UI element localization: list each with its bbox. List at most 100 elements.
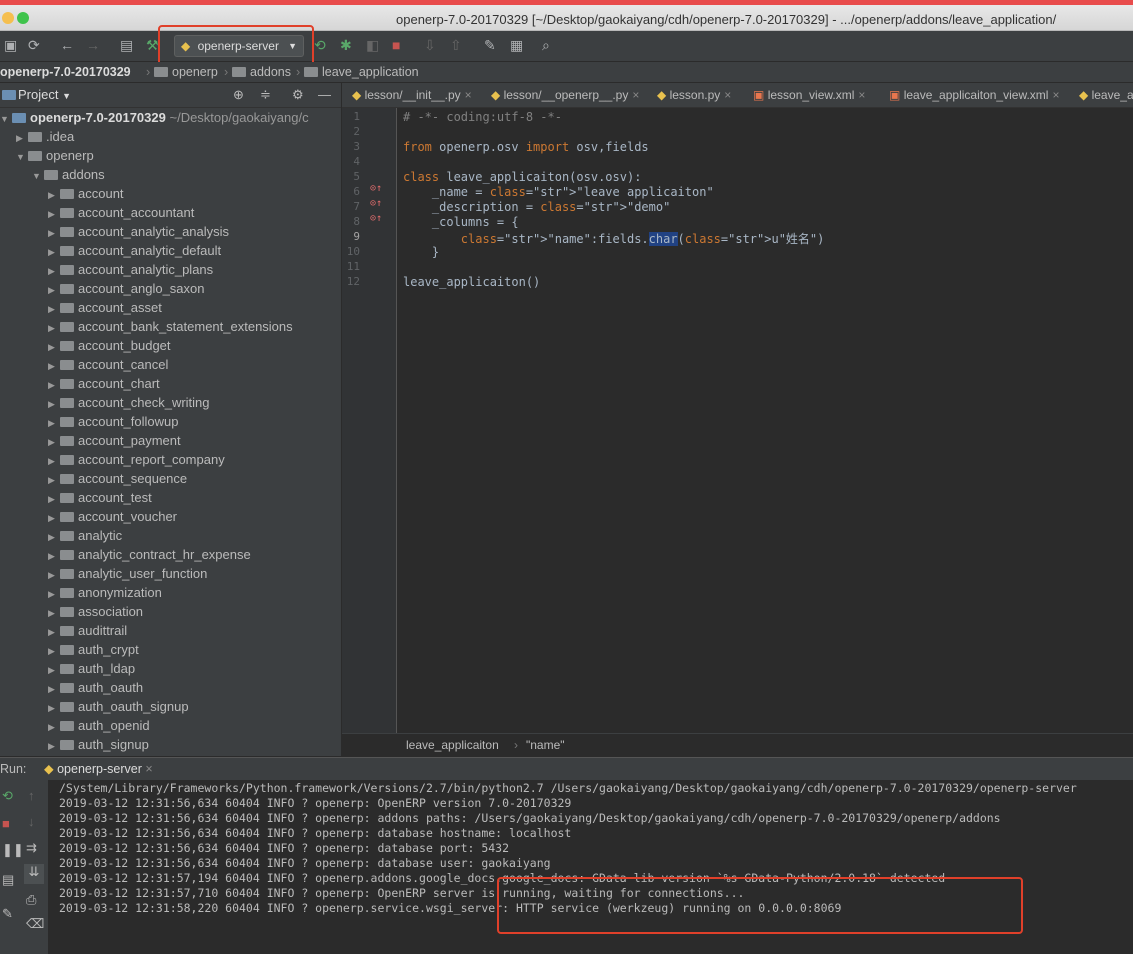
tree-item[interactable]: ▶ account_bank_statement_extensions: [48, 317, 293, 336]
tree-item[interactable]: ▶ account_analytic_plans: [48, 260, 213, 279]
tree-item[interactable]: ▶ auth_oauth: [48, 678, 143, 697]
code-line[interactable]: _name = class="str">"leave applicaiton": [403, 185, 714, 199]
scroll-to-end-icon[interactable]: ⇊: [24, 864, 44, 884]
tree-root[interactable]: ▼ openerp-7.0-20170329 ~/Desktop/gaokaiya…: [0, 108, 309, 127]
tree-item[interactable]: ▶ auth_oauth_signup: [48, 697, 189, 716]
code-line[interactable]: from openerp.osv import osv,fields: [403, 140, 649, 154]
stop-icon[interactable]: ■: [2, 816, 10, 831]
settings-wrench-icon[interactable]: ✎: [484, 37, 496, 54]
pin-icon[interactable]: ✎: [2, 906, 13, 922]
coverage-icon[interactable]: ◧: [366, 37, 379, 54]
tree-item[interactable]: ▶ account_cancel: [48, 355, 168, 374]
tree-item[interactable]: ▶ analytic: [48, 526, 122, 545]
tree-item[interactable]: ▶ account_report_company: [48, 450, 225, 469]
code-line[interactable]: _columns = {: [403, 215, 519, 229]
breadcrumb-leave-application[interactable]: leave_application: [304, 62, 419, 82]
pause-icon[interactable]: ❚❚: [2, 842, 24, 858]
tree-item[interactable]: ▶ analytic_user_function: [48, 564, 207, 583]
tree-item[interactable]: ▶ account_anglo_saxon: [48, 279, 205, 298]
rerun-icon[interactable]: ⟲: [314, 37, 326, 54]
code-line[interactable]: }: [403, 245, 439, 259]
code-editor[interactable]: 1 2 3 4 5 6 7 8 9 10 11 12 ⊙↑ ⊙↑ ⊙↑ # -*- coding:ut…: [342, 108, 1133, 733]
tab-lesson-openerp[interactable]: ◆ lesson/__openerp__.py ×: [491, 83, 639, 107]
run-tab-openerp-server[interactable]: ◆ openerp-server ×: [44, 758, 153, 780]
layout-icon[interactable]: ▤: [2, 872, 14, 888]
tree-item[interactable]: ▶ account_accountant: [48, 203, 194, 222]
tab-leave-applicaiton-view-xml[interactable]: ▣ leave_applicaiton_view.xml ×: [889, 83, 1059, 107]
run-config-dropdown[interactable]: ◆ openerp-server ▼: [174, 35, 304, 57]
project-view-selector[interactable]: Project ▼: [18, 83, 71, 108]
breadcrumb-addons[interactable]: addons: [232, 62, 291, 82]
tree-item[interactable]: ▶ auth_ldap: [48, 659, 135, 678]
tab-lesson-py[interactable]: ◆ lesson.py ×: [657, 83, 731, 107]
tree-item[interactable]: ▼ openerp: [16, 146, 94, 165]
tree-item[interactable]: ▶ account_budget: [48, 336, 171, 355]
override-marker-icon[interactable]: ⊙↑: [370, 198, 382, 209]
editor-breadcrumb-class[interactable]: leave_applicaiton: [406, 734, 499, 756]
chevron-down-icon[interactable]: ▼: [16, 148, 28, 167]
structure-icon[interactable]: ▤: [120, 37, 133, 54]
code-line[interactable]: class="str">"name":fields.char(class="st…: [403, 230, 824, 247]
print-icon[interactable]: ⎙: [26, 892, 36, 908]
code-line[interactable]: # -*- coding:utf-8 -*-: [403, 110, 562, 124]
tree-item[interactable]: ▶ .idea: [16, 127, 74, 146]
tree-item[interactable]: ▶ association: [48, 602, 143, 621]
tree-item[interactable]: ▶ account_analytic_default: [48, 241, 221, 260]
tree-item[interactable]: ▶ account_check_writing: [48, 393, 210, 412]
tree-item[interactable]: ▶ account_asset: [48, 298, 162, 317]
override-marker-icon[interactable]: ⊙↑: [370, 213, 382, 224]
tree-item[interactable]: ▶ analytic_contract_hr_expense: [48, 545, 251, 564]
tree-item[interactable]: ▶ audittrail: [48, 621, 127, 640]
collapse-icon[interactable]: ≑: [260, 83, 271, 107]
hide-panel-icon[interactable]: —: [318, 83, 331, 107]
console-output[interactable]: /System/Library/Frameworks/Python.framew…: [48, 780, 1133, 954]
override-marker-icon[interactable]: ⊙↑: [370, 183, 382, 194]
tab-leave-a[interactable]: ◆ leave_a: [1079, 83, 1133, 107]
code-line[interactable]: leave_applicaiton(): [403, 275, 540, 289]
tree-item[interactable]: ▶ account_analytic_analysis: [48, 222, 229, 241]
up-arrow-icon[interactable]: ↑: [28, 788, 35, 803]
project-structure-icon[interactable]: ▦: [510, 37, 523, 54]
tab-lesson-view-xml[interactable]: ▣ lesson_view.xml ×: [753, 83, 865, 107]
tree-item[interactable]: ▼ addons: [32, 165, 105, 184]
search-icon[interactable]: ⌕: [542, 37, 550, 54]
gear-icon[interactable]: ⚙: [292, 83, 304, 107]
editor-breadcrumb-field[interactable]: "name": [526, 734, 565, 756]
zoom-button[interactable]: [17, 12, 29, 24]
stop-icon[interactable]: ■: [392, 37, 400, 53]
forward-icon[interactable]: →: [86, 37, 100, 53]
debug-icon[interactable]: ✱: [340, 37, 352, 54]
soft-wrap-icon[interactable]: ⇉: [26, 840, 37, 856]
build-icon[interactable]: ⚒: [146, 37, 159, 54]
trash-icon[interactable]: ⌫: [26, 916, 44, 932]
code-line[interactable]: class leave_applicaiton(osv.osv):: [403, 170, 641, 184]
console-line: 2019-03-12 12:31:56,634 60404 INFO ? ope…: [59, 826, 572, 840]
tree-item[interactable]: ▶ anonymization: [48, 583, 162, 602]
tree-item[interactable]: ▶ account: [48, 184, 124, 203]
tree-item[interactable]: ▶ account_chart: [48, 374, 160, 393]
minimize-button[interactable]: [2, 12, 14, 24]
tree-item[interactable]: ▶ account_payment: [48, 431, 181, 450]
down-arrow-icon[interactable]: ↓: [28, 814, 35, 829]
folder-icon: [60, 188, 74, 199]
tree-item[interactable]: ▶ account_sequence: [48, 469, 187, 488]
code-line[interactable]: _description = class="str">"demo": [403, 200, 670, 214]
tree-item[interactable]: ▶ account_followup: [48, 412, 178, 431]
rerun-icon[interactable]: ⟲: [2, 788, 13, 804]
locate-icon[interactable]: ⊕: [233, 83, 244, 107]
chevron-down-icon[interactable]: ▼: [32, 167, 44, 186]
chevron-right-icon[interactable]: ▶: [48, 737, 60, 756]
save-icon[interactable]: ▣: [4, 37, 17, 54]
breadcrumb-openerp[interactable]: openerp: [154, 62, 218, 82]
vcs-commit-icon[interactable]: ⇧: [450, 37, 462, 54]
sync-icon[interactable]: ⟳: [28, 37, 40, 54]
breadcrumb-root[interactable]: openerp-7.0-20170329: [0, 62, 131, 82]
tree-item[interactable]: ▶ auth_signup: [48, 735, 149, 754]
tree-item[interactable]: ▶ account_voucher: [48, 507, 177, 526]
back-icon[interactable]: ←: [60, 37, 74, 53]
tree-item[interactable]: ▶ account_test: [48, 488, 152, 507]
tab-lesson-init[interactable]: ◆ lesson/__init__.py ×: [352, 83, 472, 107]
tree-item[interactable]: ▶ auth_crypt: [48, 640, 139, 659]
tree-item[interactable]: ▶ auth_openid: [48, 716, 150, 735]
vcs-update-icon[interactable]: ⇩: [424, 37, 436, 54]
